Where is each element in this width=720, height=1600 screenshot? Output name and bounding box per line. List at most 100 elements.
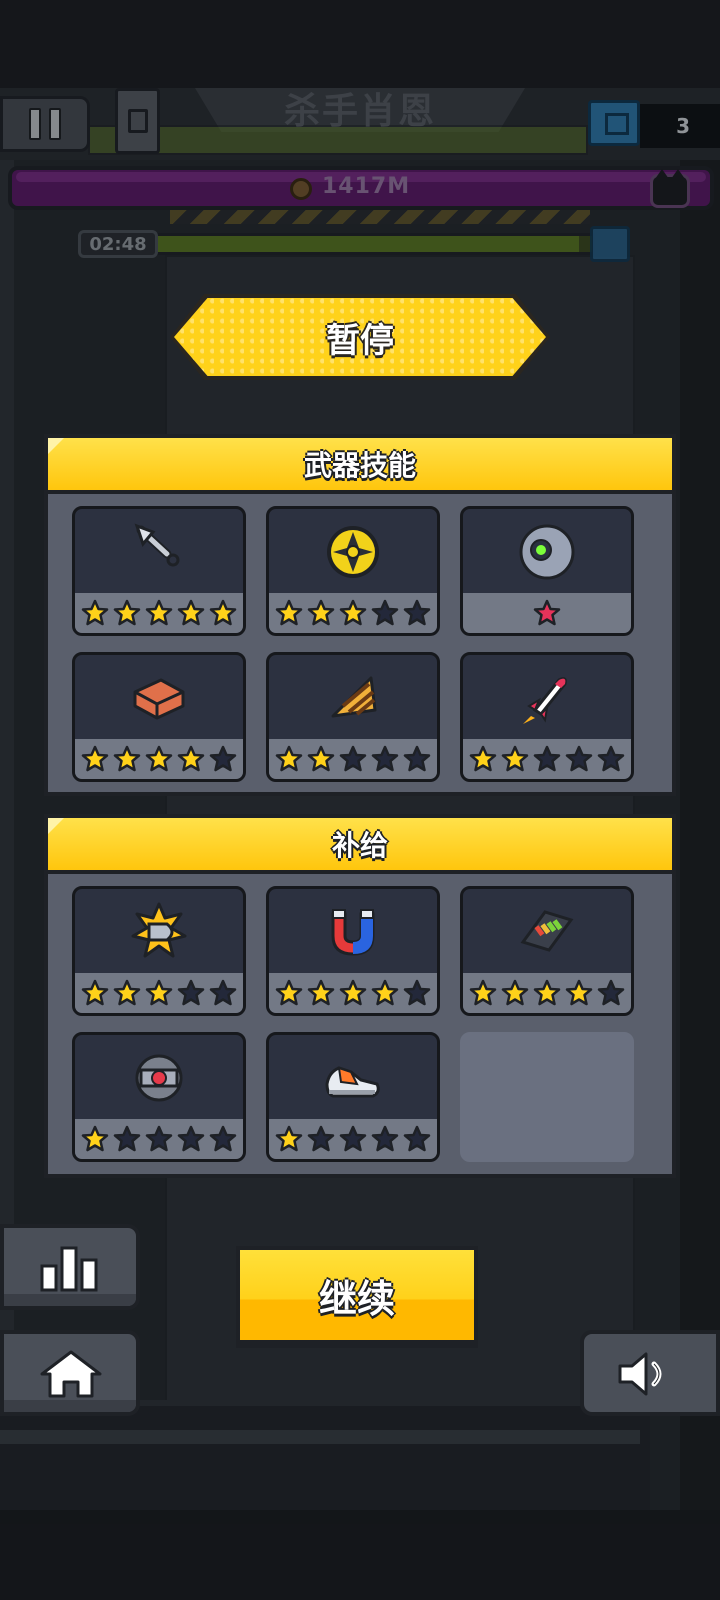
weapon-slot[interactable] [266,506,440,636]
bar-chart-icon [40,1246,98,1292]
star-empty-icon [339,1125,367,1152]
weapon-slot-icon-area [75,655,243,741]
star-empty-icon [307,1125,335,1152]
star-filled-icon [145,745,173,772]
star-filled-icon [81,979,109,1006]
star-filled-icon [275,979,303,1006]
star-empty-icon [371,1125,399,1152]
armor-core-icon [135,1054,183,1102]
star-empty-icon [145,1125,173,1152]
weapon-slot-icon-area [269,655,437,741]
explosive-bullet-icon [131,902,187,958]
home-icon [40,1350,102,1398]
supplies-panel: 补给 [44,814,676,1178]
star-rating [269,1119,437,1159]
star-filled-icon [533,599,561,626]
sneaker-icon [325,1066,380,1098]
battery-icon [520,910,574,952]
supply-slot[interactable] [266,1032,440,1162]
supply-empty-slot [460,1032,634,1162]
home-button-sheen [4,1400,136,1412]
star-filled-icon [177,745,205,772]
supply-slot-icon-area [75,1035,243,1121]
star-empty-icon [403,1125,431,1152]
star-filled-icon [113,745,141,772]
supply-slot-icon-area [75,889,243,975]
weapon-slot[interactable] [72,506,246,636]
weapon-slot[interactable] [460,506,634,636]
weapon-slot-icon-area [75,509,243,595]
star-empty-icon [597,979,625,1006]
supply-slot-icon-area [269,1035,437,1121]
star-empty-icon [209,745,237,772]
star-filled-icon [533,979,561,1006]
star-rating [463,739,631,779]
star-empty-icon [177,979,205,1006]
star-filled-icon [81,1125,109,1152]
star-filled-icon [501,745,529,772]
star-rating [75,1119,243,1159]
star-empty-icon [177,1125,205,1152]
pause-title: 暂停 [326,320,394,361]
weapon-slot-icon-area [269,509,437,595]
star-empty-icon [209,1125,237,1152]
star-filled-icon [113,599,141,626]
supply-slot[interactable] [72,886,246,1016]
star-filled-icon [307,979,335,1006]
star-empty-icon [403,745,431,772]
supply-slot[interactable] [460,886,634,1016]
weapon-slot[interactable] [460,652,634,782]
star-rating [75,593,243,633]
star-filled-icon [177,599,205,626]
magnet-icon [331,909,375,956]
star-empty-icon [339,745,367,772]
weapon-skills-title: 武器技能 [303,449,416,482]
star-filled-icon [371,979,399,1006]
star-filled-icon [81,745,109,772]
star-filled-icon [81,599,109,626]
continue-label: 继续 [318,1276,395,1321]
star-empty-icon [403,599,431,626]
star-filled-icon [339,979,367,1006]
star-filled-icon [565,979,593,1006]
star-filled-icon [501,979,529,1006]
star-filled-icon [145,979,173,1006]
star-rating [463,593,631,633]
home-button[interactable] [0,1330,140,1416]
supply-slot[interactable] [266,886,440,1016]
weapon-slot[interactable] [72,652,246,782]
star-filled-icon [307,599,335,626]
star-filled-icon [469,745,497,772]
stats-button[interactable] [0,1224,140,1310]
star-empty-icon [597,745,625,772]
supply-slot[interactable] [72,1032,246,1162]
star-filled-icon [275,745,303,772]
brick-icon [133,678,185,720]
stats-button-sheen [4,1294,136,1306]
weapon-slot-icon-area [463,655,631,741]
supply-slot-icon-area [269,889,437,975]
speaker-icon [618,1352,662,1396]
star-filled-icon [113,979,141,1006]
star-rating [269,593,437,633]
star-empty-icon [371,745,399,772]
star-filled-icon [275,599,303,626]
star-empty-icon [371,599,399,626]
star-rating [463,973,631,1013]
star-empty-icon [565,745,593,772]
star-empty-icon [533,745,561,772]
weapon-slot[interactable] [266,652,440,782]
star-filled-icon [275,1125,303,1152]
continue-button[interactable]: 继续 [236,1246,478,1344]
star-empty-icon [113,1125,141,1152]
rocket-icon [523,677,567,724]
drill-icon [331,676,377,718]
star-empty-icon [403,979,431,1006]
star-rating [269,973,437,1013]
kunai-icon [134,523,180,567]
star-filled-icon [145,599,173,626]
supplies-header: 补给 [48,818,672,874]
orb-drone-icon [519,524,575,580]
sound-button[interactable] [580,1330,720,1416]
star-filled-icon [339,599,367,626]
